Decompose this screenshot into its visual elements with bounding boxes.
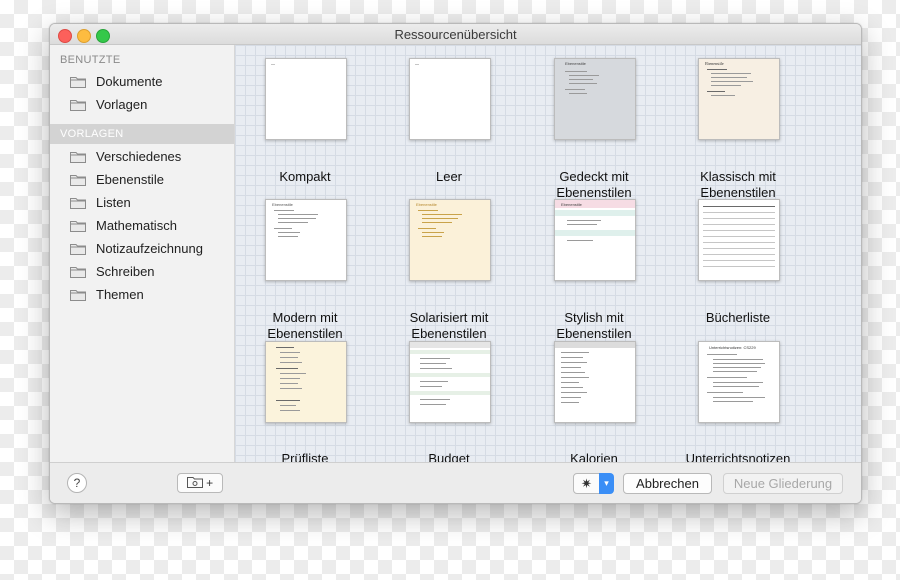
thumbnail-text: Ebenenstile [565,61,586,66]
template-thumbnail: Unterrichtsnotizen: CS229 [698,341,780,423]
sidebar-item-label: Notizaufzeichnung [96,241,203,256]
template-thumbnail: Ebenenstile [554,199,636,281]
template-label-line2: Ebenenstilen [411,326,487,341]
template-thumbnail: Ebenenstile [554,58,636,140]
sidebar-item-label: Verschiedenes [96,149,182,164]
template-label: Leer [435,169,463,184]
thumbnail-text: Unterrichtsnotizen: CS229 [709,345,756,350]
folder-icon [70,76,86,88]
template-label-line2: Ebenenstilen [267,326,343,341]
window-title: Ressourcenübersicht [394,27,517,42]
template-label: Solarisiert mit [409,310,489,325]
bottom-toolbar: ? + ✷ ▾ Abbrechen Neue Gliederung [50,462,861,503]
template-label: Kompakt [279,169,331,184]
sidebar-item-ebenenstile[interactable]: Ebenenstile [70,169,164,191]
sidebar-section-templates[interactable]: VORLAGEN [50,124,234,144]
template-label: Gedeckt mit [559,169,629,184]
folder-icon [70,151,86,163]
template-thumbnail: Ebenenstile [409,199,491,281]
new-folder-button[interactable]: + [177,473,223,493]
help-button[interactable]: ? [67,473,87,493]
folder-icon [70,99,86,111]
cancel-button[interactable]: Abbrechen [623,473,712,494]
thumbnail-text: Ebenenstile [705,61,724,66]
template-gallery: Kompakt Leer Ebenenstile Gedeckt mit Ebe… [235,45,861,466]
title-bar: Ressourcenübersicht [50,24,861,45]
template-thumbnail [409,58,491,140]
sidebar-item-label: Themen [96,287,144,302]
sidebar-item-dokumente[interactable]: Dokumente [70,71,162,93]
template-label: Stylish mit [564,310,624,325]
template-thumbnail: Ebenenstile [265,199,347,281]
gear-icon: ✷ [581,476,592,491]
action-menu-dropdown[interactable]: ▾ [599,473,614,494]
sidebar-item-label: Mathematisch [96,218,177,233]
sidebar-item-label: Listen [96,195,131,210]
chevron-down-icon: ▾ [604,478,609,488]
sidebar-item-label: Dokumente [96,74,163,89]
sidebar-item-notizaufzeichnung[interactable]: Notizaufzeichnung [70,238,203,260]
folder-icon [70,197,86,209]
template-label: Bücherliste [705,310,771,325]
template-thumbnail [409,341,491,423]
sidebar-item-label: Schreiben [96,264,155,279]
sidebar-item-mathematisch[interactable]: Mathematisch [70,215,177,237]
thumbnail-text: Ebenenstile [561,202,582,207]
folder-icon [70,220,86,232]
folder-add-icon [186,477,203,488]
template-label-line2: Ebenenstilen [556,326,632,341]
thumbnail-text: Ebenenstile [416,202,437,207]
sidebar-item-schreiben[interactable]: Schreiben [70,261,155,283]
sidebar-item-label: Vorlagen [96,97,148,112]
sidebar-section-recent: BENUTZTE [60,54,121,66]
thumbnail-text: Ebenenstile [272,202,293,207]
sidebar-item-themen[interactable]: Themen [70,284,144,306]
template-label: Modern mit [272,310,338,325]
sidebar-item-label: Ebenenstile [96,172,164,187]
template-thumbnail: Ebenenstile [698,58,780,140]
template-thumbnail [698,199,780,281]
template-thumbnail [554,341,636,423]
folder-icon [70,243,86,255]
template-thumbnail [265,341,347,423]
new-folder-plus: + [206,476,214,490]
folder-icon [70,266,86,278]
template-label: Klassisch mit [700,169,776,184]
sidebar-item-vorlagen[interactable]: Vorlagen [70,94,147,116]
sidebar-item-listen[interactable]: Listen [70,192,131,214]
resource-browser-window: Ressourcenübersicht BENUTZTE Dokumente V… [49,23,862,504]
sidebar-item-verschiedenes[interactable]: Verschiedenes [70,146,181,168]
new-outline-button[interactable]: Neue Gliederung [723,473,843,494]
action-menu-button[interactable]: ✷ [573,473,600,494]
folder-icon [70,289,86,301]
folder-icon [70,174,86,186]
template-thumbnail [265,58,347,140]
sidebar: BENUTZTE Dokumente Vorlagen VORLAGEN Ver… [50,45,235,462]
